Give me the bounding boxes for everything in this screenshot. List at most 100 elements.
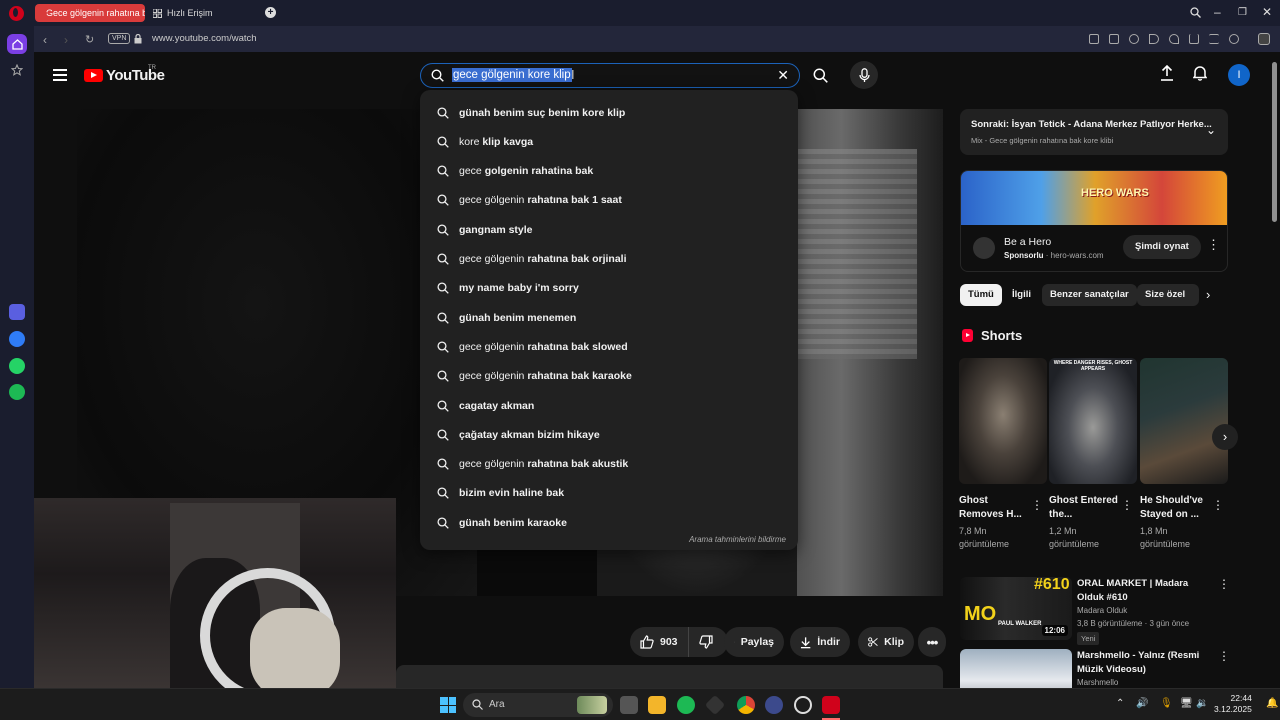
volume-icon[interactable]: 🔊	[1136, 698, 1148, 709]
upload-icon[interactable]	[1160, 65, 1174, 81]
extensions-icon[interactable]	[1258, 33, 1270, 45]
close-window-icon[interactable]: ✕	[1262, 5, 1272, 19]
more-vertical-icon[interactable]: ⋮	[1212, 498, 1224, 512]
chip-related[interactable]: İlgili	[1004, 284, 1039, 306]
camera-icon[interactable]	[1109, 34, 1119, 44]
short-thumbnail[interactable]	[959, 358, 1047, 484]
heart-icon[interactable]	[1169, 34, 1179, 44]
app-icon[interactable]	[765, 696, 783, 714]
more-vertical-icon[interactable]: ⋮	[1218, 577, 1230, 591]
search-suggestion[interactable]: günah benim suç benim kore klip	[420, 98, 798, 127]
hamburger-menu-icon[interactable]	[53, 69, 67, 84]
shield-icon[interactable]	[1129, 34, 1139, 44]
maximize-icon[interactable]: ❐	[1238, 7, 1247, 18]
tab-youtube[interactable]: Gece gölgenin rahatına b	[35, 4, 145, 22]
chrome-icon[interactable]	[737, 696, 755, 714]
more-vertical-icon[interactable]: ⋮	[1121, 498, 1133, 512]
up-next-panel[interactable]: Sonraki: İsyan Tetick - Adana Merkez Pat…	[960, 109, 1228, 155]
spotify-taskbar-icon[interactable]	[677, 696, 695, 714]
spotify-icon[interactable]	[9, 384, 25, 400]
search-suggestion[interactable]: gece gölgenin rahatına bak slowed	[420, 332, 798, 361]
short-title[interactable]: He Should've Stayed on ...	[1140, 494, 1210, 522]
search-suggestion[interactable]: günah benim menemen	[420, 303, 798, 332]
chevron-right-icon[interactable]: ›	[1206, 287, 1210, 302]
url-field[interactable]: www.youtube.com/watch	[152, 33, 257, 44]
short-item[interactable]: He Should've Stayed on ... 1,8 Mn görünt…	[1140, 358, 1228, 551]
epic-games-icon[interactable]	[704, 694, 726, 716]
chip-for-you[interactable]: Size özel	[1137, 284, 1199, 306]
search-suggestion[interactable]: gece gölgenin rahatına bak orjinali	[420, 245, 798, 274]
share-button[interactable]: Paylaş	[724, 627, 784, 657]
video-title[interactable]: Marshmello - Yalnız (Resmi Müzik Videosu…	[1077, 649, 1212, 677]
video-channel[interactable]: Madara Olduk	[1077, 606, 1127, 615]
search-suggestion[interactable]: günah benim karaoke	[420, 508, 798, 537]
more-vertical-icon[interactable]: ⋮	[1218, 649, 1230, 663]
search-tabs-icon[interactable]	[1190, 7, 1201, 18]
microphone-tray-icon[interactable]: 🎙	[1160, 698, 1173, 709]
reload-icon[interactable]: ↻	[85, 33, 94, 46]
ad-banner-image[interactable]: HERO WARS	[961, 171, 1227, 225]
opera-taskbar-icon[interactable]	[822, 696, 840, 714]
download-button[interactable]: İndir	[790, 627, 850, 657]
search-query[interactable]: gece gölgenin kore klip	[452, 68, 572, 82]
taskbar-clock[interactable]: 22:44 3.12.2025	[1214, 693, 1252, 715]
short-thumbnail[interactable]	[1140, 358, 1228, 484]
new-tab-button[interactable]: +	[265, 7, 276, 18]
notifications-bell-icon[interactable]	[1193, 65, 1207, 81]
search-button[interactable]	[808, 63, 832, 87]
scrollbar-thumb[interactable]	[1272, 62, 1277, 222]
clip-button[interactable]: Klip	[858, 627, 914, 657]
page-scrollbar[interactable]	[1270, 52, 1280, 688]
more-actions-button[interactable]: •••	[918, 627, 946, 657]
chip-all[interactable]: Tümü	[960, 284, 1002, 306]
video-channel[interactable]: Marshmello	[1077, 678, 1118, 687]
tab-speed-dial[interactable]: Hızlı Erişim	[147, 4, 257, 22]
chevron-up-icon[interactable]: ⌃	[1116, 698, 1124, 709]
profile-icon[interactable]	[1229, 34, 1239, 44]
home-icon[interactable]	[7, 34, 27, 54]
task-view-icon[interactable]	[620, 696, 638, 714]
download-icon[interactable]	[1189, 34, 1199, 44]
aria-icon[interactable]	[9, 304, 25, 320]
more-vertical-icon[interactable]: ⋮	[1031, 498, 1043, 512]
network-icon[interactable]: 🖥	[1180, 698, 1193, 709]
video-title[interactable]: ORAL MARKET | Madara Olduk #610	[1077, 577, 1212, 605]
short-item[interactable]: WHERE DANGER RISES, GHOST APPEARS Ghost …	[1049, 358, 1137, 551]
search-suggestion[interactable]: bizim evin haline bak	[420, 479, 798, 508]
more-vertical-icon[interactable]: ⋮	[1207, 237, 1220, 253]
play-icon[interactable]	[1149, 34, 1159, 44]
vpn-badge[interactable]: VPN	[108, 33, 131, 44]
video-thumbnail[interactable]: MO #610 PAUL WALKER 12:06	[960, 577, 1072, 640]
clear-search-icon[interactable]: ✕	[777, 67, 789, 84]
windows-start-icon[interactable]	[440, 697, 456, 713]
short-item[interactable]: Ghost Removes H... 7,8 Mn görüntüleme ⋮	[959, 358, 1047, 551]
search-suggestion[interactable]: çağatay akman bizim hikaye	[420, 420, 798, 449]
search-suggestion[interactable]: gece gölgenin rahatına bak karaoke	[420, 362, 798, 391]
steam-icon[interactable]	[794, 696, 812, 714]
short-thumbnail[interactable]: WHERE DANGER RISES, GHOST APPEARS	[1049, 358, 1137, 484]
search-suggestion[interactable]: gangnam style	[420, 215, 798, 244]
forward-icon[interactable]: ›	[64, 33, 68, 47]
voice-search-button[interactable]	[850, 61, 878, 89]
menu-icon[interactable]	[1209, 34, 1219, 44]
report-predictions-link[interactable]: Arama tahminlerini bildirme	[689, 535, 786, 544]
search-suggestion[interactable]: my name baby i'm sorry	[420, 274, 798, 303]
description-box[interactable]	[396, 665, 943, 688]
short-title[interactable]: Ghost Removes H...	[959, 494, 1029, 522]
notifications-icon[interactable]: 🔔	[1266, 698, 1278, 709]
dislike-button[interactable]	[688, 627, 728, 657]
edit-icon[interactable]	[1089, 34, 1099, 44]
search-suggestion[interactable]: gece gölgenin rahatına bak akustik	[420, 450, 798, 479]
shorts-next-button[interactable]: ›	[1212, 424, 1238, 450]
chevron-down-icon[interactable]: ⌄	[1206, 123, 1216, 137]
search-suggestion[interactable]: gece gölgenin rahatına bak 1 saat	[420, 186, 798, 215]
ad-card[interactable]: HERO WARS Be a Hero Sponsorlu · hero-war…	[960, 170, 1228, 272]
messenger-icon[interactable]	[9, 331, 25, 347]
search-suggestion[interactable]: cagatay akman	[420, 391, 798, 420]
file-explorer-icon[interactable]	[648, 696, 666, 714]
sound-icon[interactable]: 🔉	[1196, 698, 1208, 709]
opera-logo-icon[interactable]	[9, 6, 24, 21]
avatar[interactable]: I	[1228, 64, 1250, 86]
short-title[interactable]: Ghost Entered the...	[1049, 494, 1119, 522]
back-icon[interactable]: ‹	[43, 33, 47, 47]
